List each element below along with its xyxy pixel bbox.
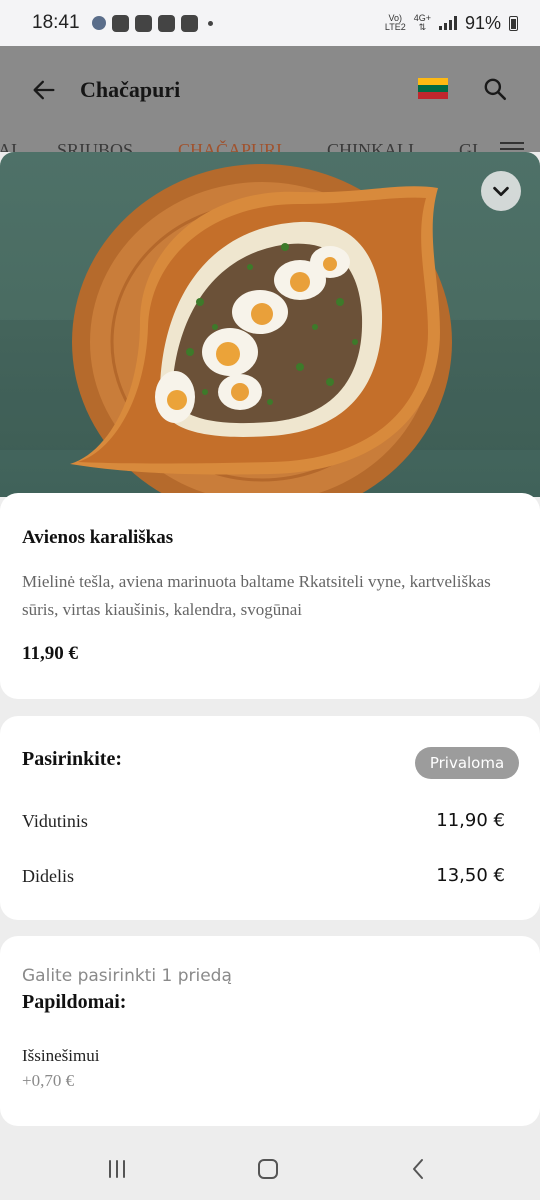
- khachapuri-illustration: [70, 164, 452, 497]
- item-details-card: Avienos karališkas Mielinė tešla, aviena…: [0, 493, 540, 699]
- recent-apps-icon: [109, 1160, 125, 1178]
- app-header: Chačapuri AI SRIUBOS CHAČAPURI CHINKALI …: [0, 46, 540, 152]
- app-notification-icon: [91, 16, 106, 30]
- option-name: Vidutinis: [22, 811, 88, 831]
- shopping-bag-icon: [180, 14, 198, 32]
- extras-card: Galite pasirinkti 1 priedą Papildomai: I…: [0, 936, 540, 1126]
- system-nav-bar: [0, 1140, 540, 1200]
- option-price: 11,90 €: [436, 810, 505, 831]
- category-menu-icon[interactable]: [500, 142, 524, 152]
- item-description: Mielinė tešla, aviena marinuota baltame …: [22, 572, 491, 619]
- tab-gi[interactable]: GI: [459, 140, 478, 152]
- extra-row-issinesimui[interactable]: Išsinešimui +0,70 €: [0, 1046, 540, 1096]
- option-row-didelis[interactable]: Didelis 13,50 €: [0, 857, 540, 897]
- extras-hint: Galite pasirinkti 1 priedą: [22, 966, 232, 986]
- option-price: 13,50 €: [436, 865, 505, 886]
- status-time: 18:41: [32, 12, 80, 33]
- product-image: [0, 152, 540, 497]
- home-button[interactable]: [253, 1156, 283, 1182]
- battery-icon: [509, 15, 518, 31]
- item-price: 11,90 €: [22, 643, 78, 664]
- extra-price: +0,70 €: [22, 1071, 75, 1090]
- lte-label: LTE2: [384, 22, 406, 32]
- data-arrows-icon: ⇅: [418, 22, 427, 32]
- notification-icons: [91, 14, 213, 32]
- tab-sriubos[interactable]: SRIUBOS: [57, 140, 133, 152]
- battery-percent: 91%: [464, 12, 501, 33]
- back-arrow-icon[interactable]: [30, 76, 58, 104]
- lithuania-flag-icon[interactable]: [418, 78, 448, 99]
- shopping-bag-icon: [157, 14, 175, 32]
- extra-name: Išsinešimui: [22, 1046, 100, 1065]
- back-button[interactable]: [404, 1156, 434, 1182]
- extras-title: Papildomai:: [22, 991, 127, 1013]
- required-badge: Privaloma: [415, 747, 519, 779]
- recent-apps-button[interactable]: [102, 1156, 132, 1182]
- signal-icon: [438, 16, 457, 30]
- category-tabs: AI SRIUBOS CHAČAPURI CHINKALI GI: [0, 140, 540, 152]
- chevron-down-icon: [493, 186, 509, 197]
- tab-chacapuri[interactable]: CHAČAPURI: [178, 140, 282, 152]
- collapse-button[interactable]: [481, 171, 521, 211]
- search-icon[interactable]: [482, 76, 508, 102]
- network-gen-indicator: 4G+ ⇅: [414, 14, 431, 32]
- tab-chinkali[interactable]: CHINKALI: [327, 140, 414, 152]
- network-indicator: Vo) LTE2: [385, 14, 406, 32]
- home-icon: [258, 1159, 278, 1179]
- gallery-icon: [134, 14, 152, 32]
- shopping-bag-icon: [111, 14, 129, 32]
- back-chevron-icon: [413, 1159, 423, 1179]
- option-row-vidutinis[interactable]: Vidutinis 11,90 €: [0, 802, 540, 842]
- more-notifications-icon: [207, 20, 213, 26]
- page-title: Chačapuri: [80, 77, 181, 102]
- options-title: Pasirinkite:: [22, 748, 122, 770]
- status-bar: 18:41 Vo) LTE2 4G+ ⇅ 91%: [0, 0, 540, 46]
- size-options-card: Pasirinkite: Privaloma Vidutinis 11,90 €…: [0, 716, 540, 920]
- tab-ai[interactable]: AI: [0, 140, 17, 152]
- option-name: Didelis: [22, 866, 74, 886]
- item-name: Avienos karališkas: [22, 527, 174, 548]
